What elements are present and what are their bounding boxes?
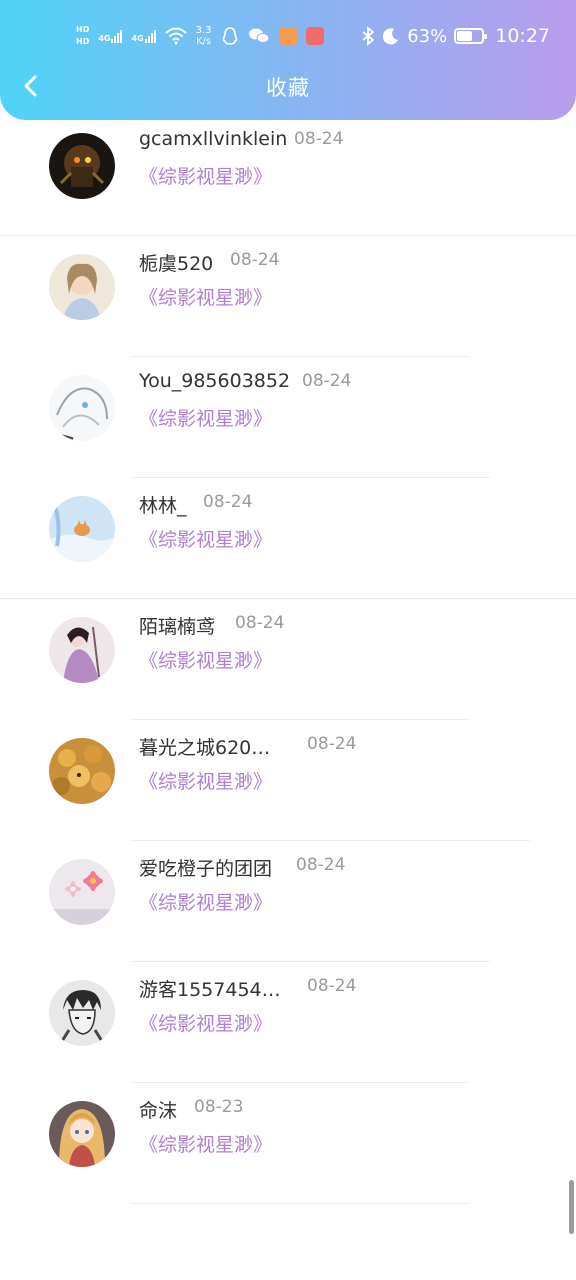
- book-title[interactable]: 《综影视星渺》: [139, 162, 272, 189]
- avatar[interactable]: [49, 859, 115, 925]
- avatar[interactable]: [49, 254, 115, 320]
- signal-1: 4G: [98, 29, 123, 43]
- user-name[interactable]: gcamxllvinklein: [139, 128, 287, 150]
- avatar[interactable]: [49, 980, 115, 1046]
- wifi-icon: [164, 27, 187, 45]
- date-label: 08-24: [307, 734, 357, 754]
- list-item[interactable]: You_985603852 08-24 《综影视星渺》: [0, 357, 576, 478]
- signal-bars-icon: [144, 29, 156, 43]
- avatar[interactable]: [49, 496, 115, 562]
- avatar[interactable]: [49, 1101, 115, 1167]
- divider: [130, 1203, 470, 1204]
- date-label: 08-24: [235, 613, 285, 633]
- battery-icon: [454, 28, 488, 44]
- book-title[interactable]: 《综影视星渺》: [139, 1130, 272, 1157]
- qq-icon: [222, 27, 237, 45]
- book-title[interactable]: 《综影视星渺》: [139, 525, 272, 552]
- date-label: 08-24: [296, 855, 346, 875]
- scrollbar[interactable]: [569, 1180, 574, 1234]
- date-label: 08-23: [194, 1097, 244, 1117]
- list-item[interactable]: 命沫 08-23 《综影视星渺》: [0, 1083, 576, 1204]
- moon-icon: [383, 28, 399, 45]
- network-speed: 3.3 K/s: [196, 25, 212, 47]
- book-title[interactable]: 《综影视星渺》: [139, 888, 272, 915]
- clock: 10:27: [495, 25, 550, 47]
- signal-2: 4G: [131, 29, 156, 43]
- book-title[interactable]: 《综影视星渺》: [139, 646, 272, 673]
- favorites-list: 游客157287…08-24《综影视星渺》gcamxllvinklein08-2…: [0, 0, 576, 1204]
- list-item[interactable]: 游客1557454… 08-24 《综影视星渺》: [0, 962, 576, 1083]
- speed-value: 3.3: [195, 25, 212, 36]
- nav-bar: 收藏: [0, 62, 576, 112]
- net2-label: 4G: [131, 33, 144, 43]
- list-item[interactable]: 林林_ 08-24 《综影视星渺》: [0, 478, 576, 599]
- avatar[interactable]: [49, 738, 115, 804]
- page-title: 收藏: [266, 76, 310, 100]
- speed-unit: K/s: [196, 36, 212, 47]
- hd1-label: HD: [76, 25, 90, 34]
- user-name[interactable]: 栀虞520: [139, 249, 213, 276]
- avatar[interactable]: [49, 617, 115, 683]
- date-label: 08-24: [302, 371, 352, 391]
- list-item[interactable]: 栀虞520 08-24 《综影视星渺》: [0, 236, 576, 357]
- user-name[interactable]: 命沫: [139, 1096, 177, 1123]
- user-name[interactable]: 陌璃楠鸢: [139, 612, 215, 639]
- avatar[interactable]: [49, 133, 115, 199]
- video-app-icon: [278, 27, 297, 45]
- date-label: 08-24: [294, 129, 344, 149]
- user-name[interactable]: 暮光之城620…: [139, 733, 270, 760]
- status-bar: HD HD 4G 4G 3.3 K/s 63% 10:27: [0, 18, 576, 54]
- user-name[interactable]: 游客1557454…: [139, 975, 281, 1002]
- book-title[interactable]: 《综影视星渺》: [139, 1009, 272, 1036]
- battery-percent: 63%: [407, 25, 448, 47]
- user-name[interactable]: 爱吃橙子的团团: [139, 854, 272, 881]
- list-item[interactable]: 爱吃橙子的团团 08-24 《综影视星渺》: [0, 841, 576, 962]
- hd-indicators: HD HD: [76, 25, 89, 47]
- bluetooth-icon: [362, 26, 375, 46]
- wechat-icon: [248, 28, 270, 43]
- avatar[interactable]: [49, 375, 115, 441]
- hd2-label: HD: [76, 37, 90, 46]
- user-name[interactable]: You_985603852: [139, 370, 290, 392]
- signal-bars-icon: [111, 29, 123, 43]
- app-header: HD HD 4G 4G 3.3 K/s 63% 10:27 收藏: [0, 0, 576, 120]
- list-item[interactable]: gcamxllvinklein 08-24 《综影视星渺》: [0, 115, 576, 236]
- list-item[interactable]: 陌璃楠鸢 08-24 《综影视星渺》: [0, 599, 576, 720]
- net1-label: 4G: [98, 33, 111, 43]
- book-title[interactable]: 《综影视星渺》: [139, 283, 272, 310]
- book-title[interactable]: 《综影视星渺》: [139, 767, 272, 794]
- date-label: 08-24: [307, 976, 357, 996]
- date-label: 08-24: [230, 250, 280, 270]
- reader-app-icon: [305, 27, 324, 45]
- list-item[interactable]: 暮光之城620… 08-24 《综影视星渺》: [0, 720, 576, 841]
- book-title[interactable]: 《综影视星渺》: [139, 404, 272, 431]
- date-label: 08-24: [203, 492, 253, 512]
- user-name[interactable]: 林林_: [139, 491, 187, 518]
